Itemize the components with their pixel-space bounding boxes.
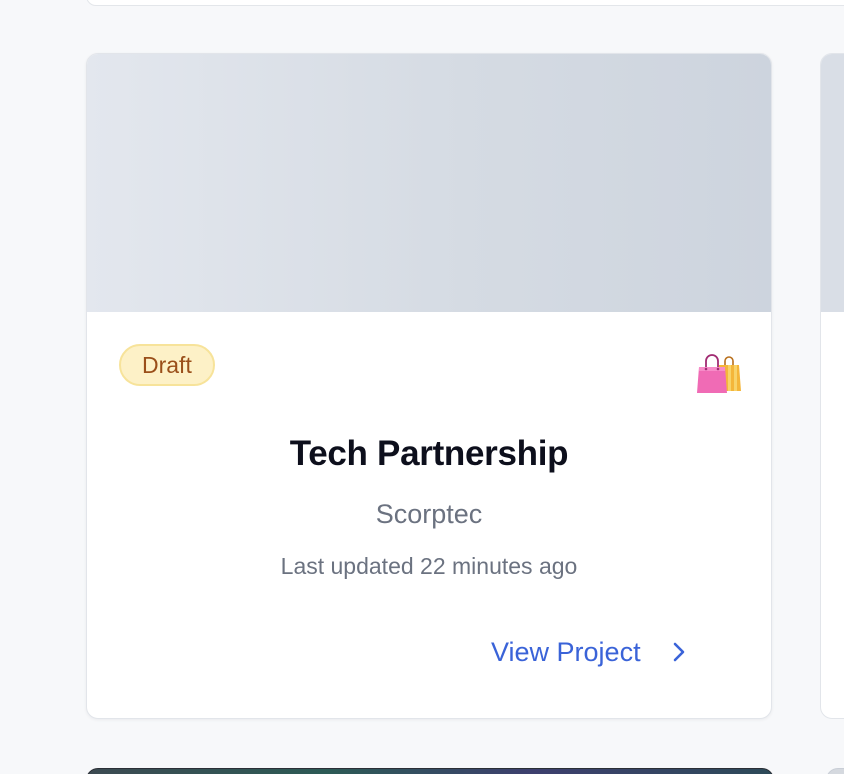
project-card: Draft Tech Partnership Scorptec Last upd… [86,53,772,719]
project-card-bottom-partial [86,768,774,774]
status-badge-label: Draft [142,351,192,378]
project-card-banner [87,54,771,312]
view-project-link[interactable]: View Project [491,634,689,670]
status-badge: Draft [119,344,215,386]
project-card-partial-banner [821,54,844,312]
last-updated-text: Last updated 22 minutes ago [280,553,578,579]
shopping-bags-icon [697,354,741,393]
view-project-label: View Project [491,636,641,667]
project-title: Tech Partnership [289,434,569,473]
chevron-right-icon [673,642,684,662]
projects-grid: Draft Tech Partnership Scorptec Last upd… [0,0,844,774]
top-panel [86,0,844,6]
project-card-partial [820,53,844,719]
project-client: Scorptec [375,499,483,529]
project-card-bottom-right-partial [826,768,844,774]
